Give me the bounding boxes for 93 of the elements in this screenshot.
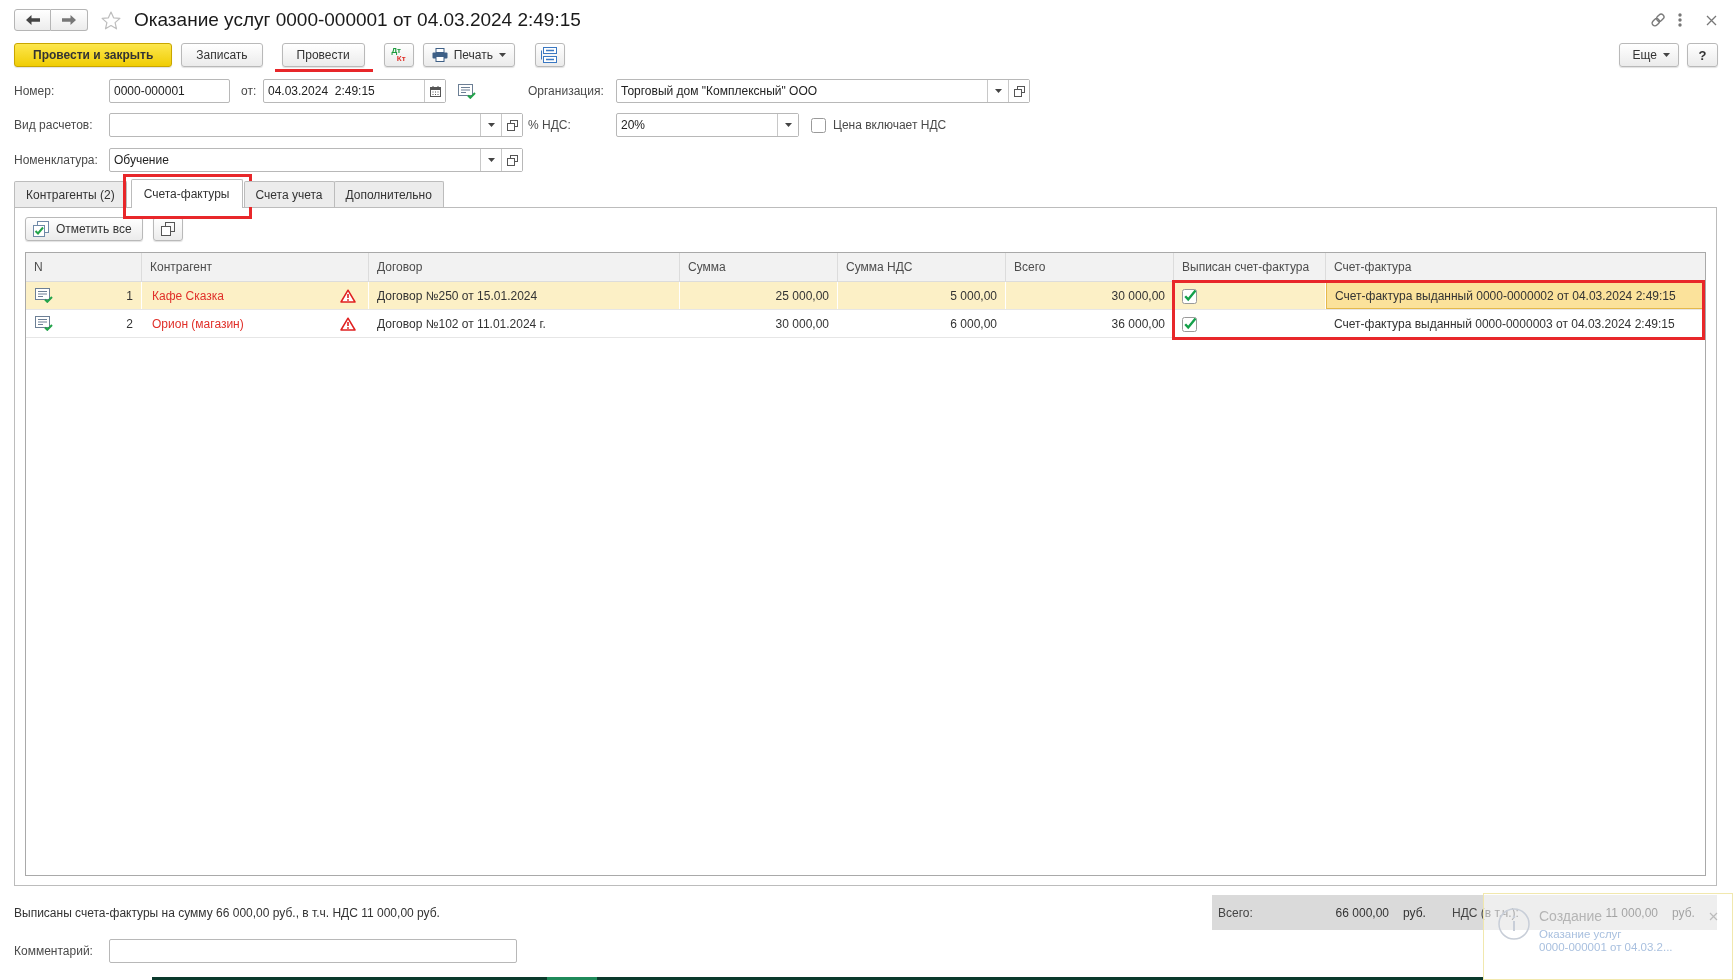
checklist-icon <box>32 221 50 237</box>
table-cell-text: 36 000,00 <box>1110 315 1166 333</box>
table-row[interactable]: 1 Кафе Сказка Договор №250 от 15.01.2024 25 000,00 5 000,00 30 000,00 Счет-фактура выданный 0000-0000002 от 04.03.2024 2:49:15 <box>26 282 1705 310</box>
arrow-left-icon <box>25 15 40 25</box>
tab[interactable]: Счета-фактуры <box>130 179 243 208</box>
column-header[interactable]: Договор <box>369 253 680 281</box>
calendar-icon <box>429 85 441 97</box>
printer-icon <box>431 48 448 62</box>
more-menu-icon[interactable] <box>1678 13 1682 27</box>
link-icon[interactable] <box>1650 12 1666 28</box>
counterparty-name: Кафе Сказка <box>152 288 224 303</box>
field-label: от: <box>240 84 258 98</box>
dropdown-button[interactable] <box>777 114 798 136</box>
calendar-button[interactable] <box>424 80 445 102</box>
tab[interactable]: Дополнительно <box>333 181 444 207</box>
table-cell-text: 30 000,00 <box>774 315 830 333</box>
print-button[interactable]: Печать <box>422 43 515 67</box>
row-number: 1 <box>126 288 133 303</box>
column-header[interactable]: Выписан счет-фактура <box>1174 253 1326 281</box>
caret-icon <box>487 158 495 162</box>
arrow-right-icon <box>62 15 76 25</box>
row-number: 2 <box>126 316 133 331</box>
table-cell-text: 6 000,00 <box>949 315 998 333</box>
open-button[interactable] <box>501 149 522 171</box>
caret-icon <box>487 123 495 127</box>
field-label: % НДС: <box>528 118 572 132</box>
more-button[interactable]: Еще <box>1618 43 1679 67</box>
column-header[interactable]: Контрагент <box>142 253 369 281</box>
tab[interactable]: Счета учета <box>243 181 335 207</box>
table-cell: 25 000,00 <box>680 282 838 309</box>
primary-button[interactable]: Провести и закрыть <box>14 43 173 67</box>
checkbox[interactable] <box>811 117 827 133</box>
currency-label: руб. <box>1671 905 1695 920</box>
caret-icon <box>784 123 792 127</box>
field-label: Вид расчетов: <box>14 118 94 132</box>
toolbar-button[interactable]: Записать <box>181 43 263 67</box>
total-label: Всего: <box>1218 905 1254 920</box>
forward-button[interactable] <box>51 9 88 31</box>
column-header[interactable]: Сумма НДС <box>838 253 1006 281</box>
table-row[interactable]: 2 Орион (магазин) Договор №102 от 11.01.2024 г. 30 000,00 6 000,00 36 000,00 Счет-фактура выданный 0000-0000003 от 04.03.2024 2:49:15 <box>26 310 1705 338</box>
open-button[interactable] <box>501 114 522 136</box>
document-check-icon <box>35 288 53 303</box>
table-cell-text: Договор №102 от 11.01.2024 г. <box>376 315 547 333</box>
overlap-squares-icon <box>506 119 518 131</box>
table-cell: Договор №250 от 15.01.2024 <box>369 282 680 309</box>
caret-icon <box>1663 53 1670 57</box>
tab[interactable]: Контрагенты (2) <box>14 181 127 207</box>
column-header[interactable]: N <box>26 253 142 281</box>
overlap-squares-icon <box>506 154 518 166</box>
date-field[interactable]: 04.03.2024 2:49:15 <box>263 79 446 103</box>
summary-text: Выписаны счета-фактуры на сумму 66 000,00 руб., в т.ч. НДС 11 000,00 руб. <box>14 905 440 920</box>
caret-icon <box>994 89 1002 93</box>
caret-icon <box>499 53 506 57</box>
total-value: 66 000,00 <box>1334 905 1389 920</box>
column-header[interactable]: Всего <box>1006 253 1174 281</box>
nomenclature-field[interactable]: Обучение <box>109 148 523 172</box>
comment-field[interactable] <box>109 939 517 963</box>
checkbox[interactable] <box>1182 315 1198 332</box>
currency-label: руб. <box>1402 905 1426 920</box>
document-check-icon <box>35 316 53 331</box>
table-cell-text: Счет-фактура выданный 0000-0000003 от 04.03.2024 2:49:15 <box>1333 315 1676 333</box>
window-title: Оказание услуг 0000-000001 от 04.03.2024 2:49:15 <box>134 9 581 31</box>
diagram-icon <box>541 47 559 63</box>
back-button[interactable] <box>14 9 51 31</box>
structure-button[interactable] <box>535 43 565 67</box>
organization-field[interactable]: Торговый дом "Комплексный" ООО <box>616 79 1030 103</box>
star-icon[interactable] <box>101 10 121 30</box>
copy-icon <box>160 222 175 236</box>
field-label: Номенклатура: <box>14 153 99 167</box>
toolbar-button[interactable]: Провести <box>281 43 365 67</box>
table-cell: Счет-фактура выданный 0000-0000002 от 04.03.2024 2:49:15 <box>1326 282 1705 309</box>
payment-type-field[interactable] <box>109 113 523 137</box>
table-cell: 30 000,00 <box>1006 282 1174 309</box>
help-button[interactable]: ? <box>1687 43 1718 67</box>
number-field[interactable]: 0000-000001 <box>109 79 230 103</box>
vat-rate-field[interactable]: 20% <box>616 113 799 137</box>
notification-title: Создание <box>1539 908 1603 925</box>
copy-button[interactable] <box>152 217 183 241</box>
field-label: Комментарий: <box>14 944 94 958</box>
close-icon[interactable] <box>1706 14 1717 26</box>
debit-credit-button[interactable]: Дт Кт <box>383 43 414 67</box>
open-button[interactable] <box>1008 80 1029 102</box>
field-label: Номер: <box>14 84 56 98</box>
field-label: Организация: <box>528 84 605 98</box>
overlap-squares-icon <box>1013 85 1025 97</box>
table-cell: 5 000,00 <box>838 282 1006 309</box>
counterparty-name: Орион (магазин) <box>152 316 244 331</box>
document-check-icon <box>458 83 476 99</box>
checkbox-label[interactable]: Цена включает НДС <box>833 118 947 132</box>
column-header[interactable]: Счет-фактура <box>1326 253 1705 281</box>
column-header[interactable]: Сумма <box>680 253 838 281</box>
checkbox[interactable] <box>1182 287 1198 304</box>
mark-all-button[interactable]: Отметить все <box>25 217 143 241</box>
